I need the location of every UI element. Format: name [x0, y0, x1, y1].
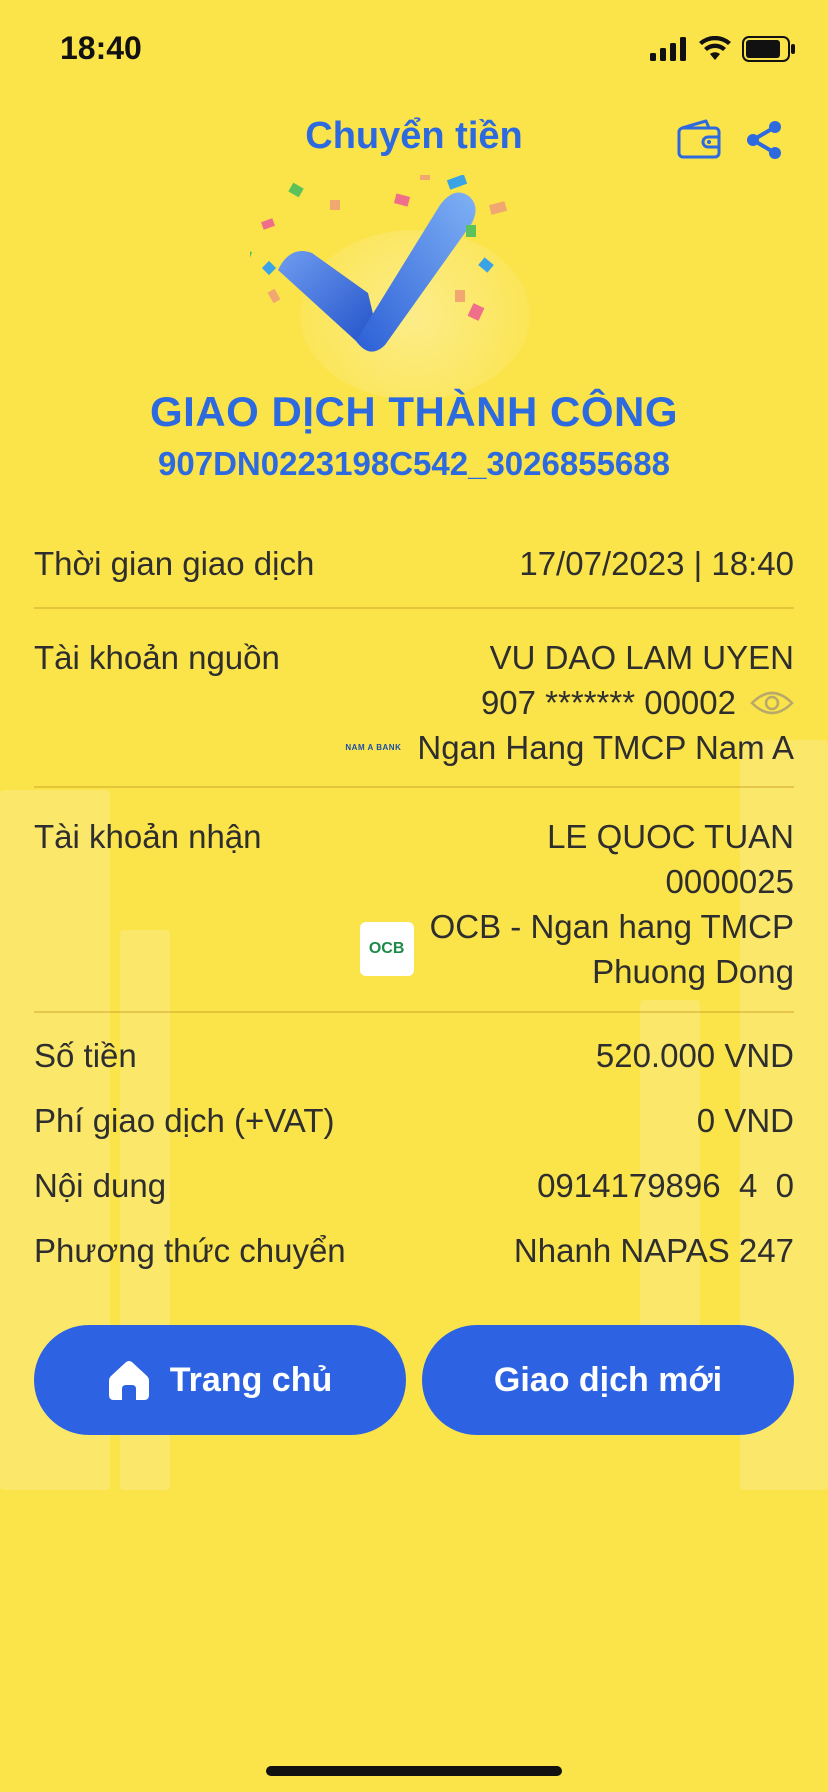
receiver-bank-line1: OCB - Ngan hang TMCP	[429, 908, 794, 945]
method-value: Nhanh NAPAS 247	[513, 1231, 794, 1269]
home-button[interactable]: Trang chủ	[34, 1325, 406, 1435]
content-value: 0914179896 4 0	[537, 1166, 794, 1204]
detail-row-method: Phương thức chuyển Nhanh NAPAS 247	[34, 1218, 794, 1283]
wallet-icon	[677, 119, 721, 159]
detail-row-receiver: Tài khoản nhận LE QUOC TUAN 0000025 OCB …	[34, 788, 794, 1011]
wifi-icon	[699, 36, 731, 60]
transaction-id: 907DN0223198C542_3026855688	[158, 445, 670, 482]
success-title: GIAO DỊCH THÀNH CÔNG	[150, 388, 678, 435]
signal-icon	[650, 37, 686, 61]
source-bank: Ngan Hang TMCP Nam A	[417, 729, 794, 766]
new-transaction-label: Giao dịch mới	[493, 1360, 723, 1399]
detail-row-fee: Phí giao dịch (+VAT) 0 VND	[34, 1088, 794, 1153]
detail-row-time: Thời gian giao dịch 17/07/2023 | 18:40	[34, 535, 794, 607]
fee-value: 0 VND	[696, 1101, 794, 1139]
wallet-button[interactable]	[676, 118, 722, 160]
time-label: Thời gian giao dịch	[34, 545, 315, 582]
content-label: Nội dung	[34, 1166, 167, 1204]
method-label: Phương thức chuyển	[34, 1231, 346, 1269]
detail-row-amount: Số tiền 520.000 VND	[34, 1023, 794, 1088]
home-indicator[interactable]	[266, 1766, 562, 1776]
receiver-name: LE QUOC TUAN	[547, 818, 794, 855]
eye-icon[interactable]	[750, 689, 794, 717]
amount-value: 520.000 VND	[595, 1036, 794, 1074]
share-icon	[747, 121, 781, 159]
home-icon	[108, 1361, 149, 1400]
share-button[interactable]	[742, 118, 786, 162]
success-checkmark	[237, 170, 580, 395]
receiver-label: Tài khoản nhận	[34, 818, 262, 855]
ocb-logo: OCB	[359, 922, 414, 976]
checkmark-icon	[237, 170, 508, 352]
fee-label: Phí giao dịch (+VAT)	[34, 1101, 335, 1139]
detail-row-source: Tài khoản nguồn VU DAO LAM UYEN 907 ****…	[34, 609, 794, 786]
status-bar: 18:40	[0, 0, 828, 100]
source-account: 907 ******* 00002	[480, 684, 736, 721]
home-button-label: Trang chủ	[169, 1360, 333, 1399]
receiver-account: 0000025	[665, 863, 794, 900]
amount-label: Số tiền	[34, 1036, 137, 1074]
nam-a-bank-logo: NAM A BANK	[345, 743, 402, 752]
transaction-details: Thời gian giao dịch 17/07/2023 | 18:40 T…	[34, 535, 794, 1283]
source-label: Tài khoản nguồn	[34, 639, 280, 676]
detail-row-content: Nội dung 0914179896 4 0	[34, 1153, 794, 1218]
source-name: VU DAO LAM UYEN	[489, 639, 794, 676]
receiver-bank-line2: Phuong Dong	[592, 953, 794, 990]
new-transaction-button[interactable]: Giao dịch mới	[422, 1325, 794, 1435]
battery-icon	[742, 36, 795, 62]
status-time: 18:40	[60, 30, 142, 66]
time-value: 17/07/2023 | 18:40	[519, 545, 794, 582]
